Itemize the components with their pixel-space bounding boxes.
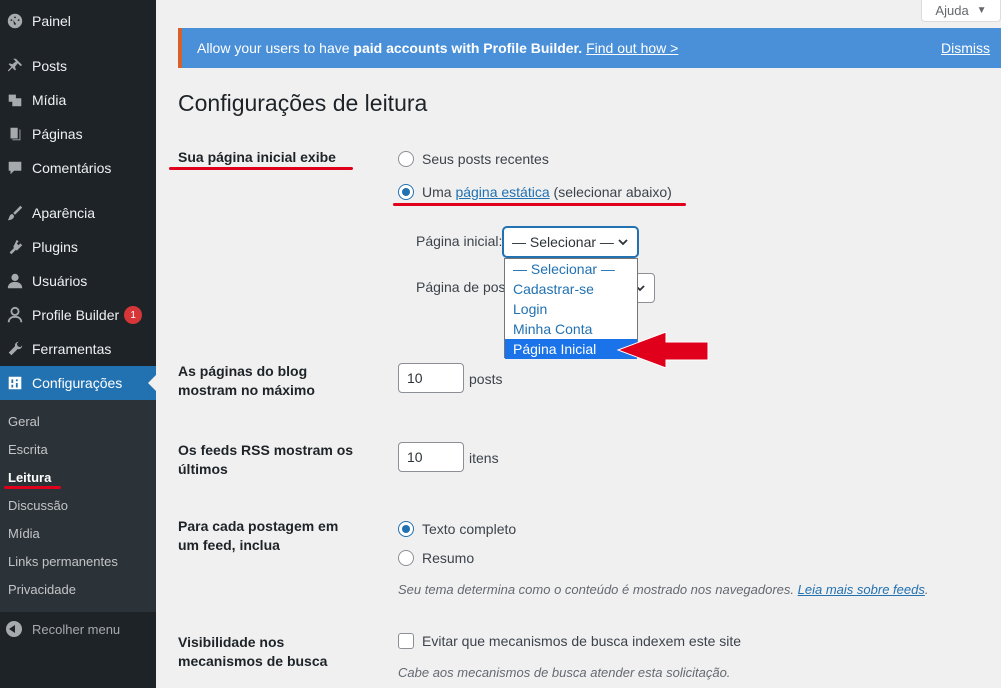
radio-button[interactable] — [398, 550, 414, 566]
admin-notice: Allow your users to have paid accounts w… — [178, 28, 1001, 68]
user-icon — [5, 305, 25, 325]
sidebar-item-label: Posts — [32, 58, 68, 74]
checkbox-label: Evitar que mecanismos de busca indexem e… — [422, 633, 742, 649]
annotation-underline-homepage — [169, 167, 353, 170]
radio-button-checked[interactable] — [398, 521, 414, 537]
users-icon — [5, 271, 25, 291]
sidebar-item-painel[interactable]: Painel — [0, 4, 156, 38]
checkbox[interactable] — [398, 633, 414, 649]
feeds-label: Os feeds RSS mostram os últimos — [178, 442, 354, 477]
posts-per-page-input[interactable]: 10 — [398, 363, 464, 393]
dropdown-option[interactable]: — Selecionar — — [505, 259, 637, 279]
radio-static-page[interactable]: Uma página estática (selecionar abaixo) — [398, 184, 672, 200]
dismiss-link[interactable]: Dismiss — [941, 40, 990, 56]
sidebar-item-comentarios[interactable]: Comentários — [0, 151, 156, 185]
posts-page-label: Página de posts: — [416, 279, 504, 295]
homepage-label: Sua página inicial exibe — [178, 149, 336, 165]
submenu-item-geral[interactable]: Geral — [8, 414, 40, 429]
annotation-underline-leitura — [4, 486, 61, 489]
blog-pages-label: As páginas do blog mostram no máximo — [178, 363, 315, 398]
notice-text: Allow your users to have paid accounts w… — [197, 40, 679, 56]
radio-label: Uma página estática (selecionar abaixo) — [422, 184, 672, 200]
sidebar-item-plugins[interactable]: Plugins — [0, 230, 156, 264]
search-description: Cabe aos mecanismos de busca atender est… — [398, 665, 731, 680]
dashboard-icon — [5, 11, 25, 31]
dropdown-option[interactable]: Login — [505, 299, 637, 319]
submenu-item-midia[interactable]: Mídia — [8, 526, 40, 541]
comments-icon — [5, 158, 25, 178]
pin-icon — [5, 56, 25, 76]
submenu-item-escrita[interactable]: Escrita — [8, 442, 48, 457]
pages-icon — [5, 124, 25, 144]
feed-items-input[interactable]: 10 — [398, 442, 464, 472]
radio-label: Seus posts recentes — [422, 151, 549, 167]
page-title: Configurações de leitura — [178, 90, 428, 116]
sidebar-item-label: Mídia — [32, 92, 67, 108]
homepage-select[interactable]: — Selecionar — — [503, 227, 638, 257]
sidebar-item-midia[interactable]: Mídia — [0, 83, 156, 117]
radio-label: Resumo — [422, 550, 475, 566]
collapse-menu-button[interactable]: Recolher menu — [0, 615, 156, 643]
items-suffix: itens — [469, 450, 499, 466]
sidebar-item-ferramentas[interactable]: Ferramentas — [0, 332, 156, 366]
sidebar-item-paginas[interactable]: Páginas — [0, 117, 156, 151]
annotation-underline-static — [393, 203, 686, 206]
sidebar-item-label: Páginas — [32, 126, 83, 142]
notice-bold: paid accounts with Profile Builder. — [353, 40, 583, 56]
sidebar-item-usuarios[interactable]: Usuários — [0, 264, 156, 298]
sidebar-item-label: Configurações — [32, 375, 123, 391]
radio-button[interactable] — [398, 151, 414, 167]
sidebar-item-label: Profile Builder — [32, 307, 120, 323]
select-value: — Selecionar — — [512, 234, 614, 250]
notice-link[interactable]: Find out how > — [586, 40, 678, 56]
chevron-down-icon — [618, 239, 628, 246]
help-tab[interactable]: Ajuda ▼ — [921, 0, 1001, 22]
settings-icon — [5, 373, 25, 393]
help-label: Ajuda — [935, 3, 969, 18]
sidebar-item-label: Painel — [32, 13, 71, 29]
submenu-item-links-permanentes[interactable]: Links permanentes — [8, 554, 118, 569]
posts-suffix: posts — [469, 371, 503, 387]
sidebar-item-label: Comentários — [32, 160, 112, 176]
homepage-select-label: Página inicial: — [416, 233, 503, 249]
paintbrush-icon — [5, 203, 25, 223]
sidebar-item-aparencia[interactable]: Aparência — [0, 196, 156, 230]
sidebar-item-label: Plugins — [32, 239, 78, 255]
search-visibility-label: Visibilidade nos mecanismos de busca — [178, 634, 328, 669]
submenu-item-leitura[interactable]: Leitura — [8, 470, 51, 485]
feed-content-label: Para cada postagem em um feed, inclua — [178, 518, 339, 553]
radio-button-checked[interactable] — [398, 184, 414, 200]
settings-submenu: Geral Escrita Leitura Discussão Mídia Li… — [0, 400, 156, 612]
collapse-label: Recolher menu — [32, 621, 121, 637]
dropdown-arrow-icon: ▼ — [976, 5, 987, 16]
notification-badge: 1 — [124, 306, 143, 324]
radio-full-text[interactable]: Texto completo — [398, 521, 516, 537]
sidebar-item-label: Usuários — [32, 273, 88, 289]
collapse-icon — [6, 621, 22, 637]
radio-label: Texto completo — [422, 521, 517, 537]
sidebar-item-label: Aparência — [32, 205, 96, 221]
submenu-item-privacidade[interactable]: Privacidade — [8, 582, 76, 597]
static-page-link[interactable]: página estática — [455, 184, 549, 200]
media-icon — [5, 90, 25, 110]
plugin-icon — [5, 237, 25, 257]
radio-recent-posts[interactable]: Seus posts recentes — [398, 151, 549, 167]
discourage-search-checkbox[interactable]: Evitar que mecanismos de busca indexem e… — [398, 633, 741, 649]
sidebar-item-label: Ferramentas — [32, 341, 112, 357]
sidebar-item-profile-builder[interactable]: Profile Builder 1 — [0, 298, 156, 332]
radio-summary[interactable]: Resumo — [398, 550, 474, 566]
feed-description: Seu tema determina como o conteúdo é mos… — [398, 582, 929, 597]
dropdown-option[interactable]: Cadastrar-se — [505, 279, 637, 299]
feeds-help-link[interactable]: Leia mais sobre feeds — [798, 582, 925, 597]
wrench-icon — [5, 339, 25, 359]
sidebar-item-configuracoes[interactable]: Configurações — [0, 366, 156, 400]
admin-sidebar: Painel Posts Mídia Páginas Comentários A… — [0, 0, 156, 688]
submenu-item-discussao[interactable]: Discussão — [8, 498, 68, 513]
annotation-arrow-icon — [616, 331, 709, 369]
sidebar-item-posts[interactable]: Posts — [0, 49, 156, 83]
